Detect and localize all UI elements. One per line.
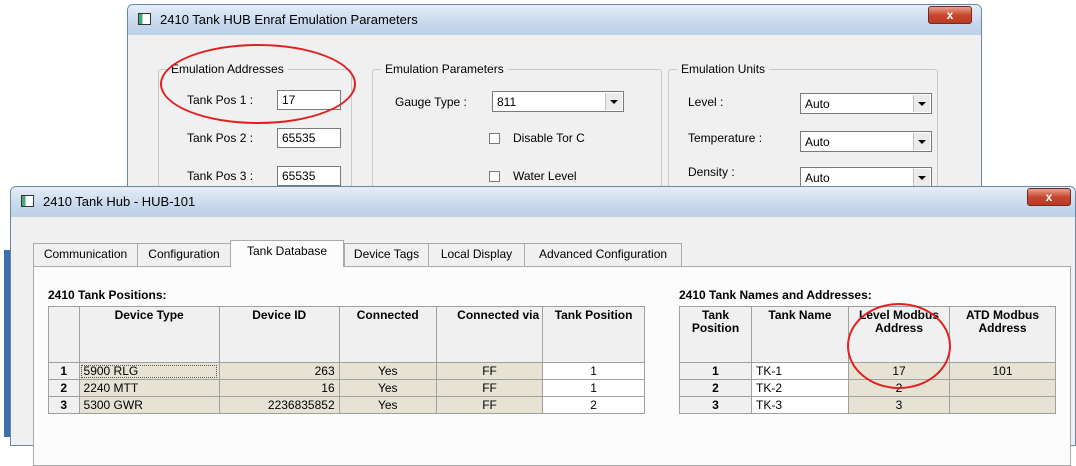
emulation-units-title: Emulation Units xyxy=(677,62,770,76)
tank-position-cell[interactable]: 1 xyxy=(542,362,645,380)
level-unit-label: Level : xyxy=(688,95,724,109)
column-header-device-id[interactable]: Device ID xyxy=(218,306,340,363)
table-row[interactable]: 3 TK-3 3 xyxy=(679,396,1056,414)
connected-via-cell[interactable]: FF xyxy=(435,396,544,414)
table-row[interactable]: 2 TK-2 2 xyxy=(679,379,1056,397)
level-unit-select[interactable]: Auto xyxy=(800,93,932,114)
device-id-cell[interactable]: 263 xyxy=(218,362,340,380)
tank-names-heading: 2410 Tank Names and Addresses: xyxy=(679,288,872,302)
connected-via-cell[interactable]: FF xyxy=(435,362,544,380)
density-unit-select[interactable]: Auto xyxy=(800,167,932,188)
highlight-circle-addresses xyxy=(160,44,356,124)
atd-modbus-cell[interactable]: 101 xyxy=(949,362,1056,380)
device-id-cell[interactable]: 16 xyxy=(218,379,340,397)
water-level-label: Water Level xyxy=(513,169,577,183)
tank-pos-3-label: Tank Pos 3 : xyxy=(187,169,254,183)
tank-hub-titlebar[interactable]: 2410 Tank Hub - HUB-101 x xyxy=(11,187,1075,217)
tank-position-cell: 2 xyxy=(679,379,752,397)
column-header-tank-position[interactable]: Tank Position xyxy=(679,306,752,363)
tank-pos-3-field[interactable]: 65535 xyxy=(277,166,341,186)
gauge-type-select[interactable]: 811 xyxy=(492,91,624,112)
column-header-atd-modbus-address[interactable]: ATD Modbus Address xyxy=(949,306,1056,363)
tank-name-cell[interactable]: TK-1 xyxy=(751,362,849,380)
tank-name-cell[interactable]: TK-2 xyxy=(751,379,849,397)
disable-tor-c-label: Disable Tor C xyxy=(513,131,585,145)
emulation-close-button[interactable]: x xyxy=(928,6,972,24)
tab-device-tags[interactable]: Device Tags xyxy=(344,243,429,266)
connected-via-cell[interactable]: FF xyxy=(435,379,544,397)
tank-pos-2-field[interactable]: 65535 xyxy=(277,128,341,148)
column-header-tank-name[interactable]: Tank Name xyxy=(751,306,849,363)
table-row[interactable]: 2 2240 MTT 16 Yes FF 1 xyxy=(48,379,645,397)
tank-position-cell: 1 xyxy=(679,362,752,380)
column-header-connected[interactable]: Connected xyxy=(338,306,437,363)
connected-cell[interactable]: Yes xyxy=(338,362,437,380)
row-number: 3 xyxy=(48,396,80,414)
chevron-down-icon[interactable] xyxy=(913,133,930,150)
device-type-cell[interactable]: 5900 RLG xyxy=(78,362,220,380)
chevron-down-icon[interactable] xyxy=(605,93,622,110)
tank-position-cell[interactable]: 1 xyxy=(542,379,645,397)
gauge-type-value: 811 xyxy=(497,95,517,109)
temperature-unit-value: Auto xyxy=(805,135,830,149)
density-unit-label: Density : xyxy=(688,165,735,179)
tab-local-display[interactable]: Local Display xyxy=(428,243,525,266)
tab-tank-database[interactable]: Tank Database xyxy=(230,240,344,267)
table-row[interactable]: 3 5300 GWR 2236835852 Yes FF 2 xyxy=(48,396,645,414)
table-corner xyxy=(48,306,80,363)
atd-modbus-cell[interactable] xyxy=(949,379,1056,397)
column-header-tank-position[interactable]: Tank Position xyxy=(542,306,645,363)
tank-name-cell[interactable]: TK-3 xyxy=(751,396,849,414)
tab-communication[interactable]: Communication xyxy=(33,243,138,266)
tank-position-cell: 3 xyxy=(679,396,752,414)
tank-hub-window-title: 2410 Tank Hub - HUB-101 xyxy=(43,194,196,209)
tank-hub-close-button[interactable]: x xyxy=(1027,188,1071,206)
temperature-unit-select[interactable]: Auto xyxy=(800,131,932,152)
atd-modbus-cell[interactable] xyxy=(949,396,1056,414)
tab-configuration[interactable]: Configuration xyxy=(137,243,231,266)
tab-advanced-configuration[interactable]: Advanced Configuration xyxy=(524,243,682,266)
tank-positions-heading: 2410 Tank Positions: xyxy=(48,288,167,302)
tank-positions-table: Device Type Device ID Connected Connecte… xyxy=(48,306,645,414)
highlight-circle-level-modbus xyxy=(847,303,951,389)
table-row[interactable]: 1 5900 RLG 263 Yes FF 1 xyxy=(48,362,645,380)
tank-app-icon xyxy=(21,195,34,207)
emulation-parameters-title: Emulation Parameters xyxy=(381,62,508,76)
tank-position-cell[interactable]: 2 xyxy=(542,396,645,414)
connected-cell[interactable]: Yes xyxy=(338,396,437,414)
row-number: 2 xyxy=(48,379,80,397)
temperature-unit-label: Temperature : xyxy=(688,131,763,145)
level-unit-value: Auto xyxy=(805,97,830,111)
level-modbus-cell[interactable]: 3 xyxy=(848,396,950,414)
emulation-window-title: 2410 Tank HUB Enraf Emulation Parameters xyxy=(160,12,418,27)
chevron-down-icon[interactable] xyxy=(913,169,930,186)
device-id-cell[interactable]: 2236835852 xyxy=(218,396,340,414)
gauge-type-label: Gauge Type : xyxy=(395,95,467,109)
connected-cell[interactable]: Yes xyxy=(338,379,437,397)
row-number: 1 xyxy=(48,362,80,380)
column-header-connected-via[interactable]: Connected via xyxy=(435,306,544,363)
disable-tor-c-checkbox[interactable] xyxy=(489,133,500,144)
density-unit-value: Auto xyxy=(805,171,830,185)
water-level-checkbox[interactable] xyxy=(489,171,500,182)
tank-pos-2-label: Tank Pos 2 : xyxy=(187,131,254,145)
column-header-device-type[interactable]: Device Type xyxy=(78,306,220,363)
chevron-down-icon[interactable] xyxy=(913,95,930,112)
device-type-cell[interactable]: 2240 MTT xyxy=(78,379,220,397)
device-type-cell[interactable]: 5300 GWR xyxy=(78,396,220,414)
tank-app-icon xyxy=(138,13,151,25)
emulation-window-titlebar[interactable]: 2410 Tank HUB Enraf Emulation Parameters… xyxy=(128,5,981,35)
